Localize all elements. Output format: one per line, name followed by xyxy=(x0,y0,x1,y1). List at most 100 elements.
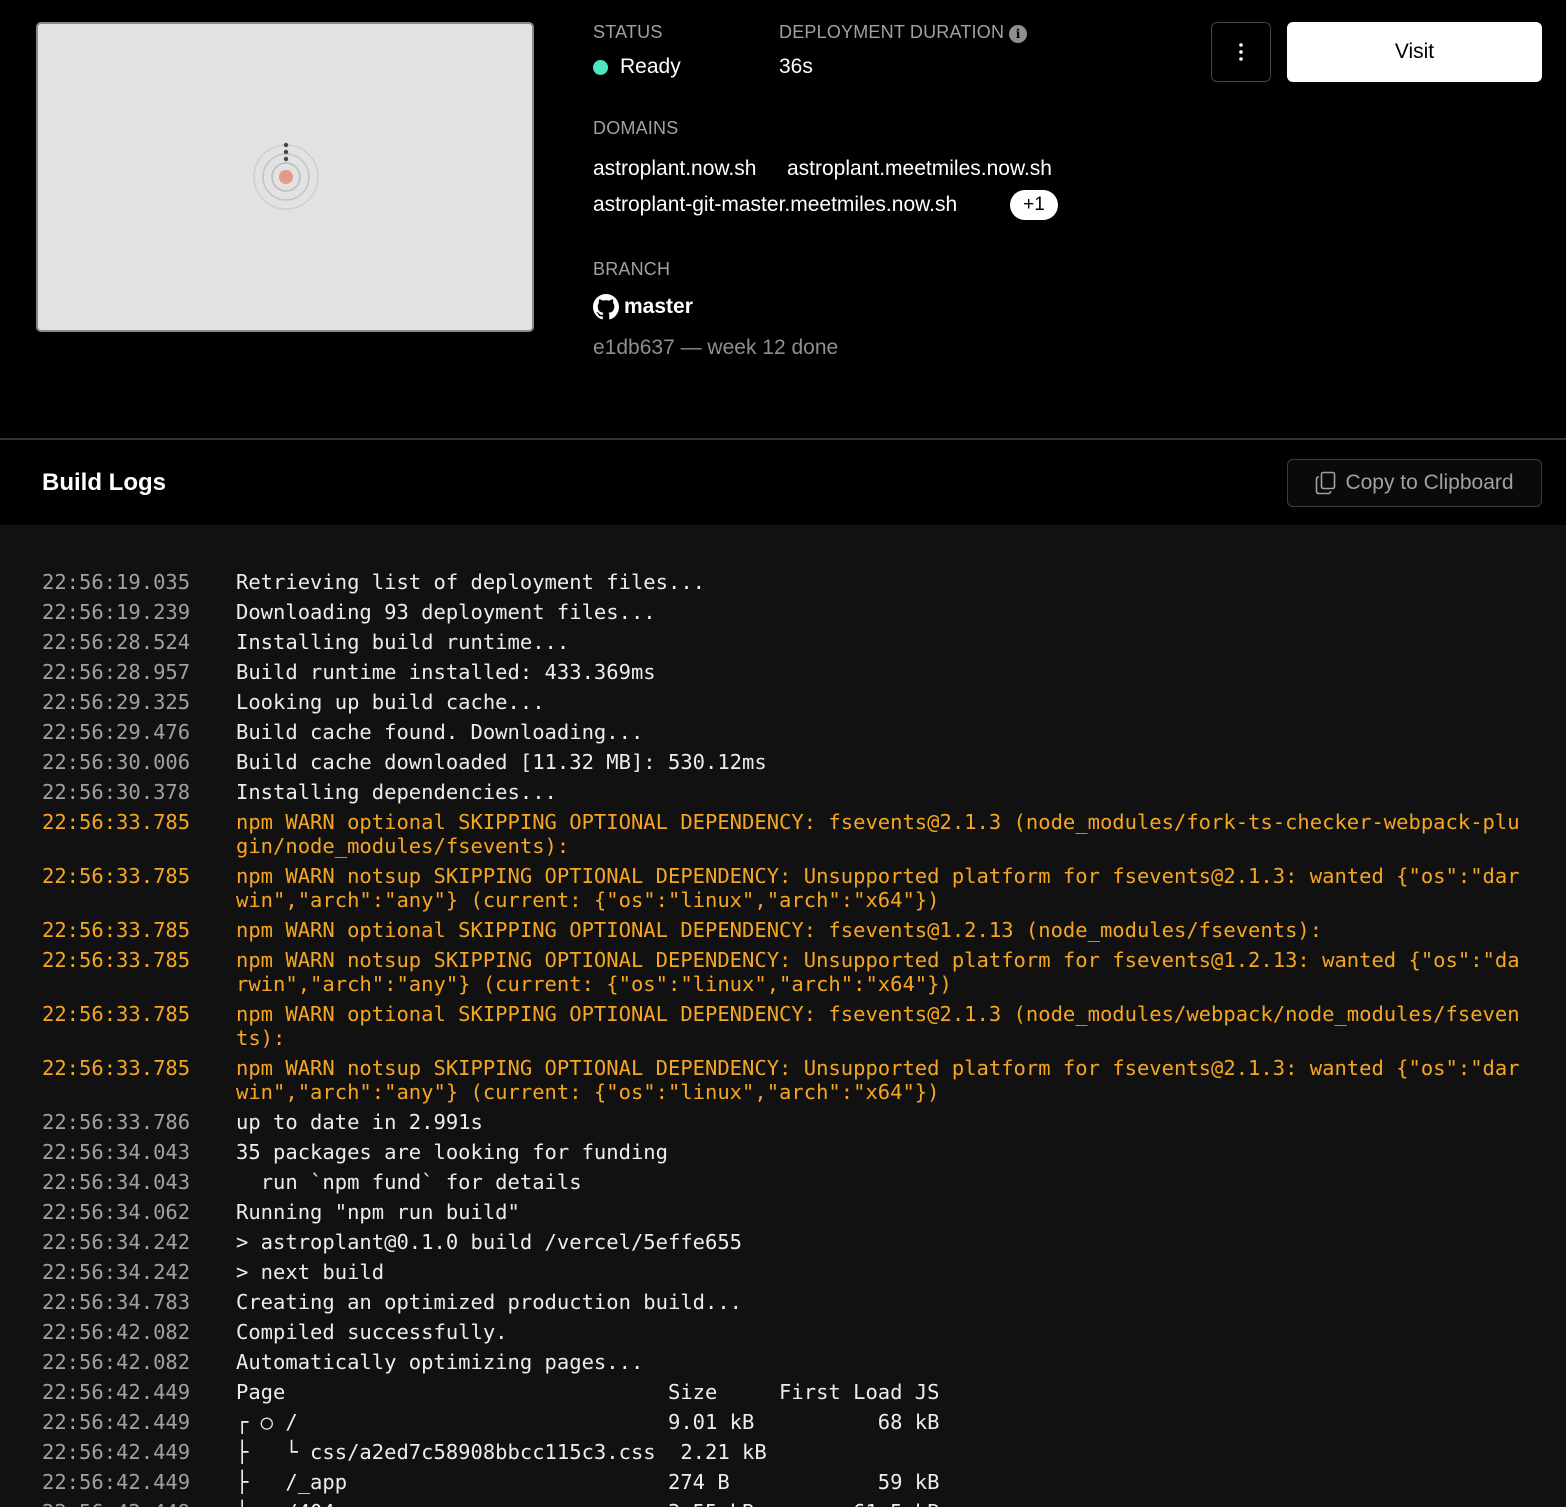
log-line: 22:56:34.242 > next build xyxy=(0,1257,1566,1287)
log-message: Running "npm run build" xyxy=(236,1200,520,1224)
log-timestamp: 22:56:30.006 xyxy=(42,750,191,774)
log-line: 22:56:19.035 Retrieving list of deploymen… xyxy=(0,567,1566,597)
deployment-summary: STATUS Ready DEPLOYMENT DURATION i 36s D… xyxy=(0,0,1566,439)
log-message: ├ ○ /404 3.55 kB 61.5 kB xyxy=(236,1500,1566,1507)
status-value: Ready xyxy=(620,55,681,78)
log-timestamp: 22:56:34.242 xyxy=(42,1230,191,1254)
more-options-button[interactable] xyxy=(1211,22,1271,82)
log-message: Page Size First Load JS xyxy=(236,1380,940,1404)
log-message: Compiled successfully. xyxy=(236,1320,508,1344)
log-timestamp: 22:56:29.476 xyxy=(42,720,191,744)
log-message: Retrieving list of deployment files... xyxy=(236,570,705,594)
domain-link[interactable]: astroplant.now.sh xyxy=(593,157,756,181)
log-message: > astroplant@0.1.0 build /vercel/5effe65… xyxy=(236,1230,743,1254)
log-message: 35 packages are looking for funding xyxy=(236,1140,668,1164)
log-message: Build cache downloaded [11.32 MB]: 530.1… xyxy=(236,750,767,774)
log-message: ┌ ○ / 9.01 kB 68 kB xyxy=(236,1410,940,1434)
log-list: 22:56:19.035 Retrieving list of deploymen… xyxy=(0,567,1566,1507)
more-domains-badge[interactable]: +1 xyxy=(1010,190,1058,220)
log-timestamp: 22:56:42.082 xyxy=(42,1350,191,1374)
domains-label: DOMAINS xyxy=(593,118,679,138)
log-message: up to date in 2.991s xyxy=(236,1110,483,1134)
log-line: 22:56:34.242 > astroplant@0.1.0 build /ve… xyxy=(0,1227,1566,1257)
log-timestamp: 22:56:34.043 xyxy=(42,1140,191,1164)
log-message: Downloading 93 deployment files... xyxy=(236,600,656,624)
log-message: Installing dependencies... xyxy=(236,780,557,804)
clipboard-icon xyxy=(1316,471,1336,495)
log-line: 22:56:28.524 Installing build runtime... xyxy=(0,627,1566,657)
log-timestamp: 22:56:33.785 xyxy=(42,864,191,888)
build-logs-header: Build Logs Copy to Clipboard xyxy=(0,440,1566,525)
copy-to-clipboard-label: Copy to Clipboard xyxy=(1345,471,1514,494)
log-timestamp: 22:56:42.449 xyxy=(42,1470,191,1494)
copy-to-clipboard-button[interactable]: Copy to Clipboard xyxy=(1287,459,1542,507)
log-message: npm WARN optional SKIPPING OPTIONAL DEPE… xyxy=(236,810,1520,858)
github-icon xyxy=(593,294,619,320)
log-line: 22:56:42.082 Automatically optimizing pag… xyxy=(0,1347,1566,1377)
log-message: npm WARN notsup SKIPPING OPTIONAL DEPEND… xyxy=(236,948,1520,996)
log-line: 22:56:42.449 ├ /_app 274 B 59 kB xyxy=(0,1467,1566,1497)
log-message: run `npm fund` for details xyxy=(236,1170,582,1194)
log-timestamp: 22:56:33.785 xyxy=(42,1002,191,1026)
log-timestamp: 22:56:33.785 xyxy=(42,1056,191,1080)
log-line: 22:56:33.785 npm WARN notsup SKIPPING OPT… xyxy=(0,1053,1566,1107)
log-timestamp: 22:56:28.957 xyxy=(42,660,191,684)
log-line: 22:56:34.062 Running "npm run build" xyxy=(0,1197,1566,1227)
log-message: > next build xyxy=(236,1260,385,1284)
domain-link[interactable]: astroplant-git-master.meetmiles.now.sh xyxy=(593,193,957,217)
log-timestamp: 22:56:33.785 xyxy=(42,918,191,942)
log-message: Looking up build cache... xyxy=(236,690,545,714)
log-message: Build runtime installed: 433.369ms xyxy=(236,660,656,684)
log-line: 22:56:19.239 Downloading 93 deployment fi… xyxy=(0,597,1566,627)
log-line: 22:56:34.043 35 packages are looking for … xyxy=(0,1137,1566,1167)
visit-button[interactable]: Visit xyxy=(1287,22,1542,82)
log-line: 22:56:33.785 npm WARN optional SKIPPING O… xyxy=(0,915,1566,945)
log-message: Automatically optimizing pages... xyxy=(236,1350,644,1374)
log-message: npm WARN notsup SKIPPING OPTIONAL DEPEND… xyxy=(236,864,1520,912)
log-line: 22:56:33.786 up to date in 2.991s xyxy=(0,1107,1566,1137)
loading-spinner-icon xyxy=(253,142,319,210)
log-line: 22:56:30.006 Build cache downloaded [11.3… xyxy=(0,747,1566,777)
branch-name[interactable]: master xyxy=(624,295,693,319)
log-message: Creating an optimized production build..… xyxy=(236,1290,743,1314)
log-timestamp: 22:56:42.449 xyxy=(42,1410,191,1434)
log-line: 22:56:29.325 Looking up build cache... xyxy=(0,687,1566,717)
deployment-preview[interactable] xyxy=(36,22,534,332)
status-label: STATUS xyxy=(593,22,663,42)
log-timestamp: 22:56:34.062 xyxy=(42,1200,191,1224)
log-timestamp: 22:56:42.449 xyxy=(42,1440,191,1464)
log-timestamp: 22:56:42.449 xyxy=(0,1500,236,1507)
log-line: 22:56:42.449 ├ └ css/a2ed7c58908bbcc115c3… xyxy=(0,1437,1566,1467)
log-timestamp: 22:56:19.239 xyxy=(42,600,191,624)
duration-value: 36s xyxy=(779,55,813,78)
log-line: 22:56:33.785 npm WARN optional SKIPPING O… xyxy=(0,807,1566,861)
log-timestamp: 22:56:30.378 xyxy=(42,780,191,804)
info-icon[interactable]: i xyxy=(1009,25,1027,43)
domain-link[interactable]: astroplant.meetmiles.now.sh xyxy=(787,157,1052,181)
log-line: 22:56:33.785 npm WARN notsup SKIPPING OPT… xyxy=(0,861,1566,915)
log-timestamp: 22:56:33.785 xyxy=(42,948,191,972)
commit-message[interactable]: e1db637 — week 12 done xyxy=(593,336,838,360)
build-logs-body[interactable]: 22:56:19.035 Retrieving list of deploymen… xyxy=(0,525,1566,1507)
log-timestamp: 22:56:34.242 xyxy=(42,1260,191,1284)
log-timestamp: 22:56:19.035 xyxy=(42,570,191,594)
log-line: 22:56:34.783 Creating an optimized produc… xyxy=(0,1287,1566,1317)
log-message: npm WARN optional SKIPPING OPTIONAL DEPE… xyxy=(236,918,1323,942)
log-line: 22:56:33.785 npm WARN notsup SKIPPING OPT… xyxy=(0,945,1566,999)
log-timestamp: 22:56:42.082 xyxy=(42,1320,191,1344)
log-timestamp: 22:56:29.325 xyxy=(42,690,191,714)
log-line: 22:56:29.476 Build cache found. Downloadi… xyxy=(0,717,1566,747)
log-line: 22:56:30.378 Installing dependencies... xyxy=(0,777,1566,807)
log-message: Installing build runtime... xyxy=(236,630,570,654)
log-line: 22:56:42.082 Compiled successfully. xyxy=(0,1317,1566,1347)
log-line: 22:56:42.449 ┌ ○ / 9.01 kB 68 kB xyxy=(0,1407,1566,1437)
log-line: 22:56:42.449├ ○ /404 3.55 kB 61.5 kB xyxy=(0,1497,1566,1507)
log-message: npm WARN optional SKIPPING OPTIONAL DEPE… xyxy=(236,1002,1520,1050)
log-line: 22:56:42.449 Page Size First Load JS xyxy=(0,1377,1566,1407)
status-dot-icon xyxy=(593,60,608,75)
duration-label: DEPLOYMENT DURATION xyxy=(779,22,1005,42)
log-line: 22:56:34.043 run `npm fund` for details xyxy=(0,1167,1566,1197)
log-timestamp: 22:56:33.786 xyxy=(42,1110,191,1134)
branch-label: BRANCH xyxy=(593,259,671,279)
log-line: 22:56:28.957 Build runtime installed: 433… xyxy=(0,657,1566,687)
